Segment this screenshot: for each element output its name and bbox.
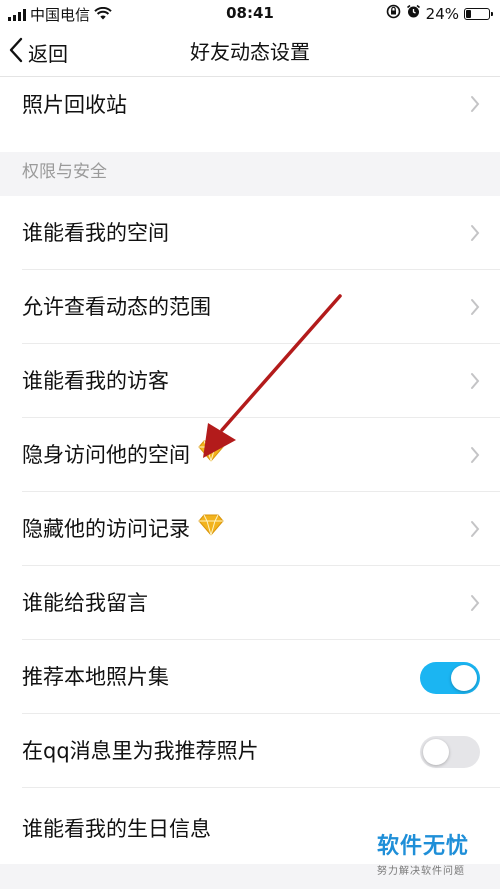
row-label: 在qq消息里为我推荐照片 [22,739,259,763]
row-who-can-see-my-visitors[interactable]: 谁能看我的访客 [0,344,500,418]
toggle-knob [451,665,477,691]
row-label-wrap: 隐身访问他的空间 [22,418,224,492]
row-recommend-local-albums: 推荐本地照片集 [0,640,500,714]
row-label: 隐身访问他的空间 [22,443,190,467]
row-label: 允许查看动态的范围 [22,295,211,319]
row-label: 谁能看我的访客 [22,369,169,393]
recommend-local-albums-toggle[interactable] [420,662,480,694]
diamond-icon [198,418,224,492]
watermark: 软件无忧 努力解决软件问题 [377,828,482,877]
row-label: 谁能看我的空间 [22,221,169,245]
row-recommend-in-qq-messages: 在qq消息里为我推荐照片 [0,714,500,788]
page-title: 好友动态设置 [190,40,310,64]
row-hide-visit-record[interactable]: 隐藏他的访问记录 [0,492,500,566]
row-label: 推荐本地照片集 [22,665,169,689]
section-header: 权限与安全 [22,162,107,182]
watermark-main: 软件无忧 [377,834,470,859]
row-label: 谁能给我留言 [22,591,148,615]
alarm-icon [406,4,421,23]
chevron-right-icon [470,446,480,468]
row-photo-recycle-bin[interactable]: 照片回收站 [0,77,500,152]
battery-percent: 24% [425,4,459,23]
row-label: 照片回收站 [22,93,127,117]
row-label: 隐藏他的访问记录 [22,517,190,541]
status-bar: 中国电信 08:41 24% [0,0,500,28]
nav-bar: 返回 好友动态设置 [0,28,500,77]
toggle-knob [423,739,449,765]
diamond-icon [198,492,224,566]
row-invisible-visit[interactable]: 隐身访问他的空间 [0,418,500,492]
watermark-sub: 努力解决软件问题 [377,866,465,877]
battery-icon [464,7,493,20]
chevron-right-icon [470,520,480,542]
recommend-in-qq-messages-toggle[interactable] [420,736,480,768]
chevron-right-icon [470,372,480,394]
chevron-right-icon [470,298,480,320]
chevron-right-icon [470,594,480,616]
row-who-can-see-my-space[interactable]: 谁能看我的空间 [0,196,500,270]
chevron-right-icon [470,224,480,246]
row-label-wrap: 隐藏他的访问记录 [22,492,224,566]
rotation-lock-icon [386,4,401,23]
row-feed-visibility-range[interactable]: 允许查看动态的范围 [0,270,500,344]
chevron-right-icon [470,95,480,117]
row-label: 谁能看我的生日信息 [22,817,211,841]
row-who-can-leave-message[interactable]: 谁能给我留言 [0,566,500,640]
